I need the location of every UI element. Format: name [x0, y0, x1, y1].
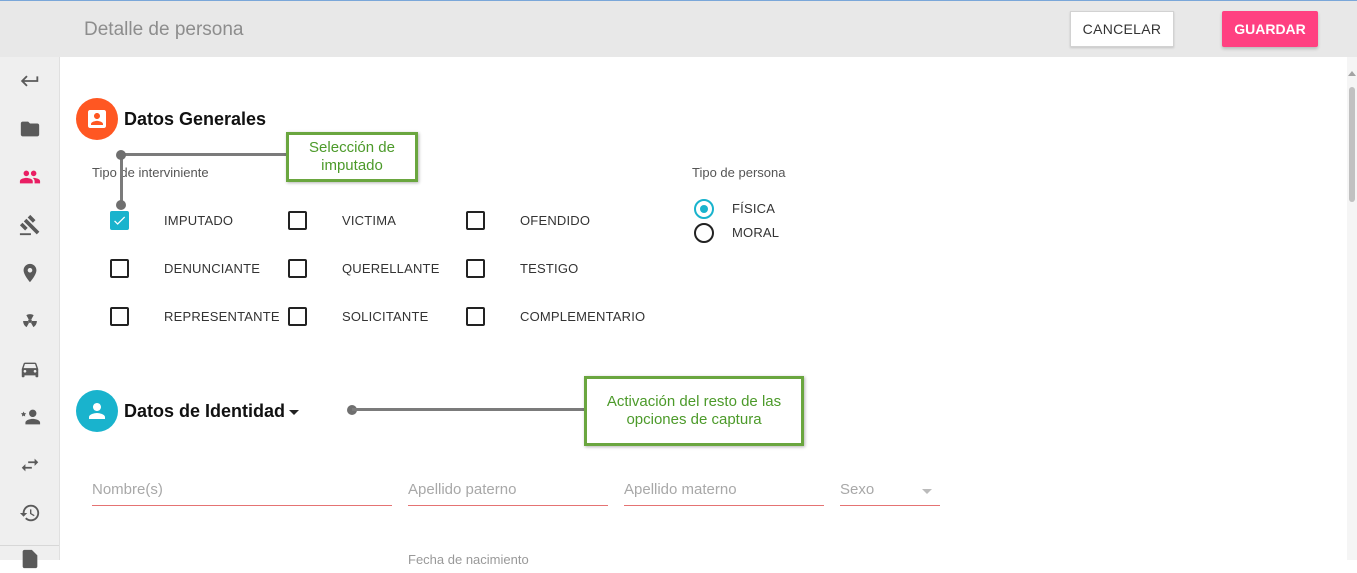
location-pin-icon[interactable]	[16, 259, 44, 287]
checkbox-label: TESTIGO	[520, 261, 579, 276]
callout-activacion-opciones: Activación del resto de las opciones de …	[584, 376, 804, 446]
checkbox-ofendido[interactable]	[466, 211, 485, 230]
dropdown-arrow-icon	[922, 489, 932, 494]
callout-connector	[352, 408, 588, 411]
vertical-scrollbar[interactable]	[1347, 57, 1357, 560]
tipo-interviniente-label: Tipo de interviniente	[92, 165, 209, 180]
callout-seleccion-imputado: Selección de imputado	[286, 132, 418, 182]
checkbox-representante[interactable]	[110, 307, 129, 326]
nombre-input[interactable]	[92, 481, 392, 498]
callout-dot	[116, 150, 126, 160]
folder-icon[interactable]	[16, 115, 44, 143]
apellido-materno-input[interactable]	[624, 481, 824, 498]
back-arrow-icon[interactable]	[16, 67, 44, 95]
checkbox-querellante[interactable]	[288, 259, 307, 278]
checkmark-icon	[114, 216, 126, 225]
checkbox-label: REPRESENTANTE	[164, 309, 280, 324]
person-icon	[76, 390, 118, 432]
save-button[interactable]: GUARDAR	[1222, 11, 1318, 47]
checkbox-label: DENUNCIANTE	[164, 261, 261, 276]
callout-connector	[120, 153, 123, 205]
header-bar: Detalle de persona CANCELAR GUARDAR	[0, 1, 1357, 57]
scroll-thumb[interactable]	[1349, 87, 1355, 202]
datos-generales-title: Datos Generales	[124, 109, 267, 129]
radio-label: MORAL	[732, 225, 780, 240]
checkbox-imputado[interactable]	[110, 211, 129, 230]
checkbox-label: VICTIMA	[342, 213, 397, 228]
apellido-paterno-field[interactable]	[408, 475, 608, 506]
checkbox-label: OFENDIDO	[520, 213, 591, 228]
callout-dot	[116, 200, 126, 210]
apellido-materno-field[interactable]	[624, 475, 824, 506]
checkbox-label: SOLICITANTE	[342, 309, 429, 324]
radioactive-icon[interactable]	[16, 307, 44, 335]
swap-arrows-icon[interactable]	[16, 451, 44, 479]
radio-moral[interactable]	[694, 223, 714, 243]
callout-connector	[120, 153, 290, 156]
document-icon[interactable]	[16, 545, 44, 573]
checkbox-denunciante[interactable]	[110, 259, 129, 278]
gavel-icon[interactable]	[16, 211, 44, 239]
sidebar	[0, 57, 60, 569]
checkbox-label: QUERELLANTE	[342, 261, 440, 276]
scroll-up-icon[interactable]	[1348, 71, 1356, 76]
checkbox-solicitante[interactable]	[288, 307, 307, 326]
nombre-field[interactable]	[92, 475, 392, 506]
checkbox-testigo[interactable]	[466, 259, 485, 278]
contact-card-icon	[76, 98, 118, 140]
checkbox-label: IMPUTADO	[164, 213, 234, 228]
people-icon[interactable]	[16, 163, 44, 191]
checkbox-complementario[interactable]	[466, 307, 485, 326]
radio-fisica[interactable]	[694, 199, 714, 219]
chevron-down-icon[interactable]	[289, 410, 299, 415]
person-star-icon[interactable]	[16, 403, 44, 431]
car-icon[interactable]	[16, 355, 44, 383]
datos-identidad-title[interactable]: Datos de Identidad	[124, 401, 285, 422]
tipo-persona-label: Tipo de persona	[692, 165, 786, 180]
cancel-button[interactable]: CANCELAR	[1070, 11, 1174, 47]
apellido-paterno-input[interactable]	[408, 481, 608, 498]
page-title: Detalle de persona	[84, 19, 244, 40]
checkbox-label: COMPLEMENTARIO	[520, 309, 646, 324]
sexo-select[interactable]	[840, 475, 940, 506]
checkbox-victima[interactable]	[288, 211, 307, 230]
history-icon[interactable]	[16, 499, 44, 527]
radio-label: FÍSICA	[732, 201, 776, 216]
